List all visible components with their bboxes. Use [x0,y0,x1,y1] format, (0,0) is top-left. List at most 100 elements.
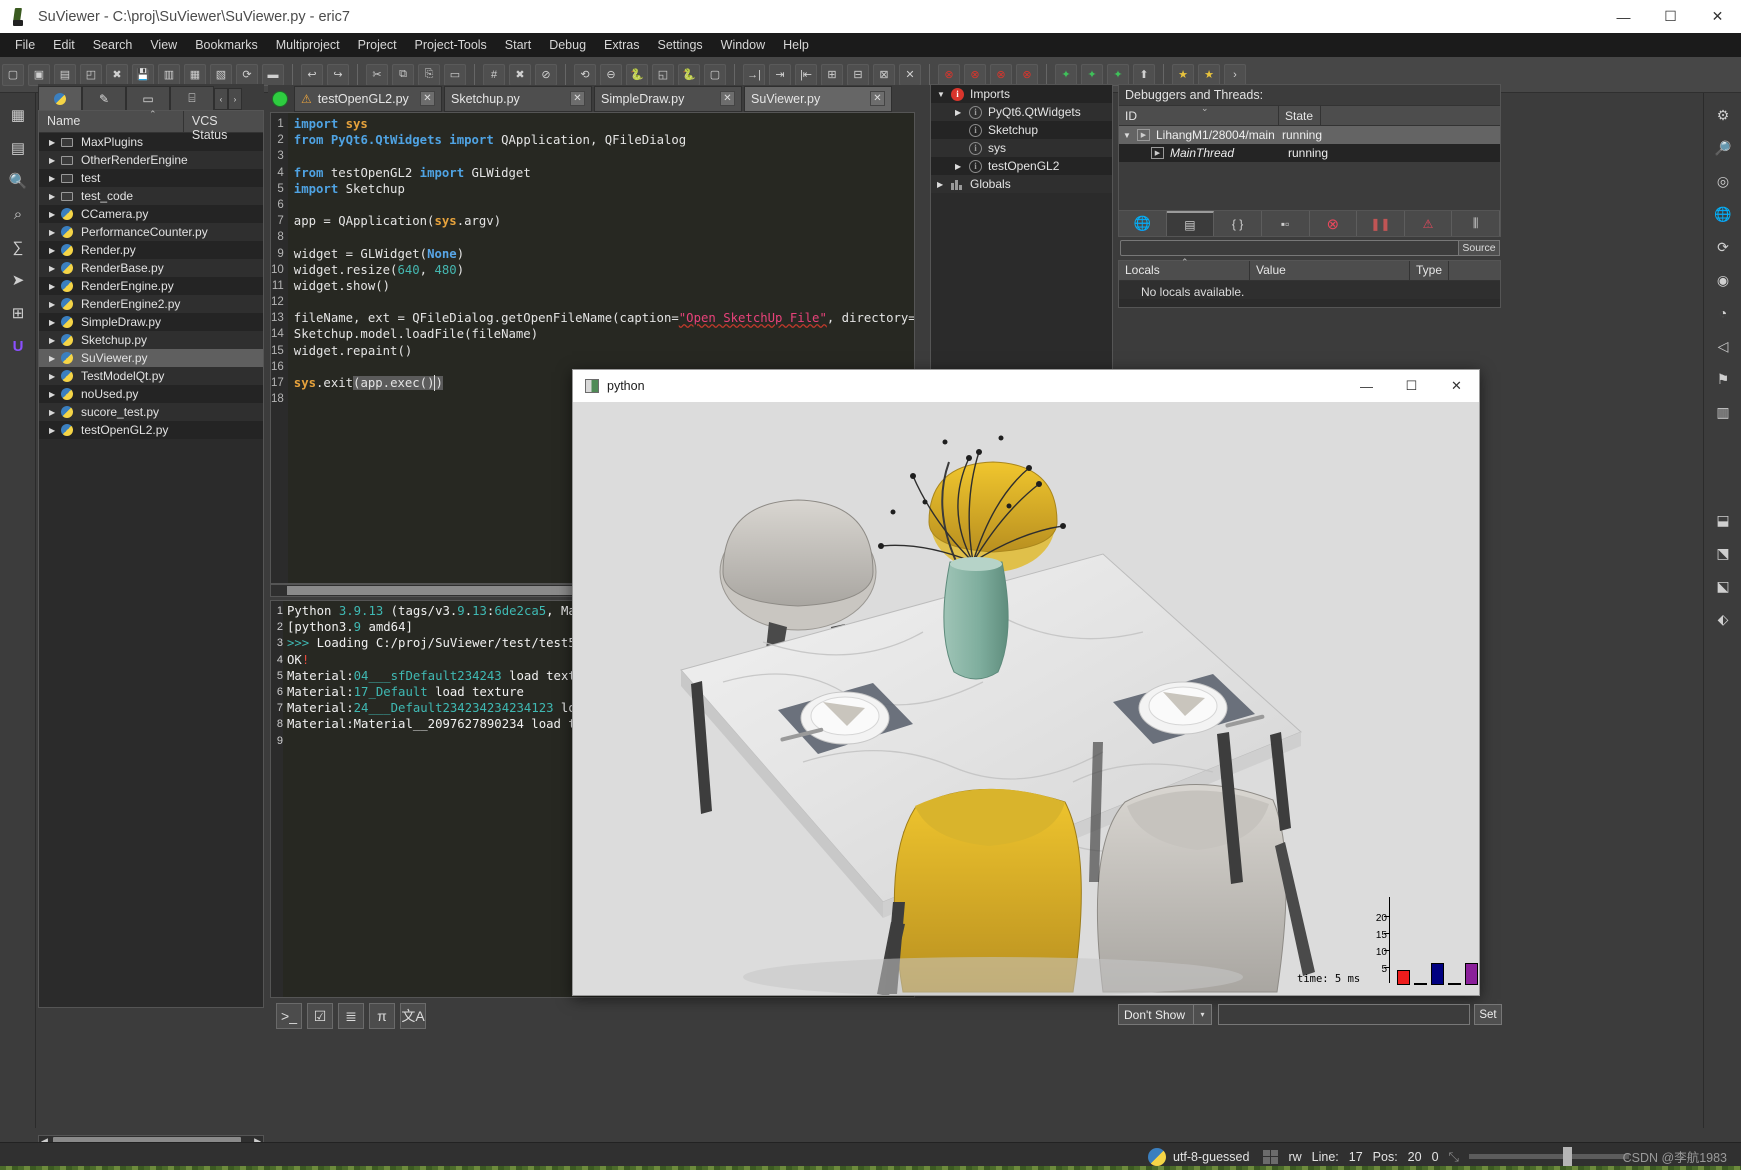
expand-arrow-icon[interactable]: ▶ [49,138,61,147]
symbols-icon[interactable]: ∑ [3,232,33,262]
menu-item-bookmarks[interactable]: Bookmarks [186,35,267,55]
file-list-item[interactable]: ▶ noUsed.py [39,385,263,403]
script-icon[interactable]: ▤ [1166,211,1215,236]
chevron-down-icon[interactable]: ▼ [937,90,951,99]
menu-item-settings[interactable]: Settings [648,35,711,55]
menu-item-project[interactable]: Project [349,35,406,55]
toolbar-button-18[interactable]: ▭ [444,63,466,86]
file-list-item[interactable]: ▶ RenderEngine2.py [39,295,263,313]
expand-arrow-icon[interactable]: ▶ [49,282,61,291]
code-line[interactable] [294,197,914,213]
menu-item-window[interactable]: Window [712,35,774,55]
prompt-icon[interactable]: >_ [276,1003,302,1029]
expand-arrow-icon[interactable]: ▶ [49,336,61,345]
column-vcs-status[interactable]: VCS Status [184,111,263,142]
expand-arrow-icon[interactable]: ▶ [49,192,61,201]
expand-arrow-icon[interactable]: ▶ [49,228,61,237]
file-search-icon[interactable]: ⌕ [3,199,33,229]
toolbar-button-8[interactable]: ▧ [210,63,232,86]
set-button[interactable]: Set [1474,1004,1502,1025]
play-icon[interactable]: ▶ [1151,147,1164,159]
code-line[interactable]: from testOpenGL2 import GLWidget [294,165,914,181]
toolbar-button-41[interactable]: ⊗ [990,63,1012,86]
expand-arrow-icon[interactable]: ▶ [49,354,61,363]
expand-arrow-icon[interactable]: ▶ [49,210,61,219]
expand-arrow-icon[interactable]: ▶ [49,156,61,165]
tab-scroll-right-icon[interactable]: › [228,88,242,110]
expand-arrow-icon[interactable]: ▶ [49,408,61,417]
checkbox-icon[interactable]: ☑ [307,1003,333,1029]
tab-scroll-left-icon[interactable]: ‹ [214,88,228,110]
flag-icon[interactable]: ⚑ [1708,364,1738,394]
cursor-icon[interactable]: ➤ [3,265,33,295]
expand-arrow-icon[interactable]: ▶ [49,246,61,255]
imports-tree-item[interactable]: i Sketchup [931,121,1112,139]
speaker-icon[interactable]: ◁ [1708,331,1738,361]
chevron-right-icon[interactable]: ▶ [955,108,969,117]
menu-item-project-tools[interactable]: Project-Tools [406,35,496,55]
list-icon[interactable]: ≣ [338,1003,364,1029]
chevron-right-icon[interactable]: ▶ [937,180,951,189]
tab-project-python[interactable] [38,86,82,110]
menu-item-view[interactable]: View [141,35,186,55]
tab-project-resources[interactable]: ▭ [126,86,170,110]
code-line[interactable] [294,229,914,245]
close-button[interactable]: ✕ [1694,0,1741,33]
imports-tree-item[interactable]: ▶ i testOpenGL2 [931,157,1112,175]
file-list-item[interactable]: ▶ SimpleDraw.py [39,313,263,331]
grid-icon[interactable]: ▦ [3,100,33,130]
imports-tree-item[interactable]: ▼ i Imports [931,85,1112,103]
clock-icon[interactable]: ◔ [1708,298,1738,328]
toolbar-button-1[interactable]: ▣ [28,63,50,86]
imports-tree-item[interactable]: i sys [931,139,1112,157]
zoom-reset-icon[interactable]: ⤡ [1449,1149,1459,1165]
minimize-button[interactable]: — [1600,0,1647,33]
toolbar-button-16[interactable]: ⧉ [392,63,414,86]
toolbar-button-0[interactable]: ▢ [2,63,24,86]
toolbar-button-40[interactable]: ⊗ [964,63,986,86]
file-list-item[interactable]: ▶ OtherRenderEngine [39,151,263,169]
barchart-icon[interactable]: ▥ [1708,397,1738,427]
chevron-down-icon[interactable]: ▾ [1193,1005,1211,1024]
code-line[interactable]: fileName, ext = QFileDialog.getOpenFileN… [294,310,914,326]
editor-tab-close-icon[interactable]: ✕ [870,91,885,106]
expand-arrow-icon[interactable]: ▶ [49,318,61,327]
dont-show-dropdown[interactable]: Don't Show ▾ [1118,1004,1212,1025]
toolbar-button-15[interactable]: ✂ [366,63,388,86]
file-list-item[interactable]: ▶ Render.py [39,241,263,259]
toolbar-button-10[interactable]: ▬ [262,63,284,86]
python-minimize-button[interactable]: — [1344,370,1389,402]
toolbar-button-21[interactable]: ✖ [509,63,531,86]
toolbar-button-36[interactable]: ⊠ [873,63,895,86]
file-list-item[interactable]: ▶ SuViewer.py [39,349,263,367]
toolbar-button-49[interactable]: ★ [1172,63,1194,86]
file-list-item[interactable]: ▶ RenderEngine.py [39,277,263,295]
toolbar-button-24[interactable]: ⟲ [574,63,596,86]
file-list-item[interactable]: ▶ RenderBase.py [39,259,263,277]
toolbar-button-2[interactable]: ▤ [54,63,76,86]
toolbar-button-20[interactable]: # [483,63,505,86]
editor-tab-sketchup-py[interactable]: Sketchup.py ✕ [444,85,592,112]
toolbar-button-34[interactable]: ⊞ [821,63,843,86]
menu-item-file[interactable]: File [6,35,44,55]
file-list-item[interactable]: ▶ PerformanceCounter.py [39,223,263,241]
python-gl-window[interactable]: python — ☐ ✕ time: 5 ms 5 10 15 20 [572,369,1480,996]
debugger-thread-row[interactable]: ▼ ▶ LihangM1/28004/main running [1119,126,1500,144]
bottom-search-input[interactable] [1218,1004,1470,1025]
editor-tab-suviewer-py[interactable]: SuViewer.py ✕ [744,85,892,112]
threads-icon[interactable]: ⫼ [1452,211,1500,236]
toolbar-button-5[interactable]: 💾 [132,63,154,86]
column-state[interactable]: State [1279,106,1321,125]
debug-filter-input[interactable]: ▾ [1120,240,1499,256]
menu-item-edit[interactable]: Edit [44,35,84,55]
expand-arrow-icon[interactable]: ▶ [49,174,61,183]
code-line[interactable]: widget = GLWidget(None) [294,246,914,262]
expand-arrow-icon[interactable]: ▶ [49,264,61,273]
warning-icon[interactable]: ⚠ [1405,211,1453,236]
translate-icon[interactable]: 文A [400,1003,426,1029]
tool1-icon[interactable]: ⬓ [1708,505,1738,535]
pause-icon[interactable]: ❚❚ [1357,211,1405,236]
expand-arrow-icon[interactable]: ▶ [49,300,61,309]
code-line[interactable]: widget.show() [294,278,914,294]
search-icon[interactable]: 🔍 [3,166,33,196]
